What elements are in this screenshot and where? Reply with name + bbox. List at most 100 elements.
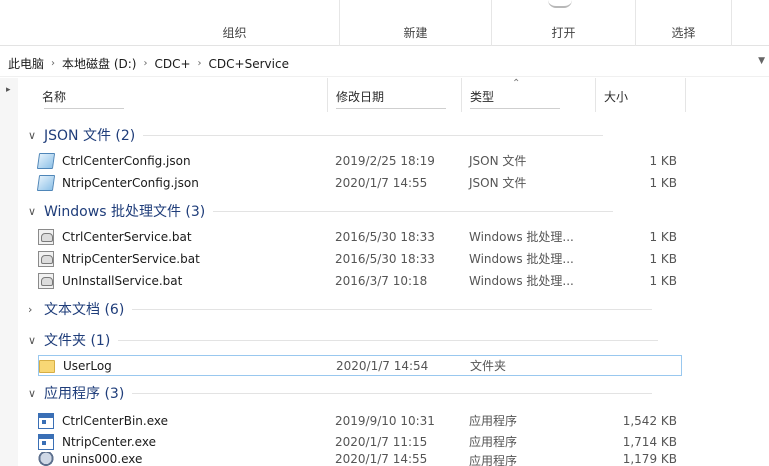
ribbon-bar: 组织 新建 打开 选择: [0, 0, 769, 46]
file-date: 2016/5/30 18:33: [335, 251, 435, 266]
file-row[interactable]: CtrlCenterBin.exe 2019/9/10 10:31 应用程序 1…: [38, 410, 682, 431]
file-type: Windows 批处理...: [469, 252, 574, 266]
expand-chevron-down-icon[interactable]: ∨: [28, 387, 44, 400]
breadcrumb-cdc-service[interactable]: CDC+Service: [209, 57, 289, 71]
file-date: 2020/1/7 14:54: [336, 358, 429, 373]
file-type: 应用程序: [469, 414, 518, 428]
file-date: 2020/1/7 14:55: [335, 175, 428, 190]
file-size: 1 KB: [649, 229, 677, 244]
installer-icon: [38, 452, 54, 466]
scrolled-row-fragment: [470, 106, 560, 114]
group-divider: [118, 339, 659, 341]
breadcrumb-chevron-icon[interactable]: ›: [191, 58, 209, 69]
column-name-label: 名称: [42, 90, 67, 104]
batch-file-icon: [38, 272, 54, 289]
file-date: 2016/5/30 18:33: [335, 229, 435, 244]
address-bar[interactable]: 此电脑 › 本地磁盘 (D:) › CDC+ › CDC+Service ▼: [0, 47, 769, 77]
file-row[interactable]: NtripCenterConfig.json 2020/1/7 14:55 JS…: [36, 172, 682, 193]
batch-file-icon: [38, 228, 54, 245]
folder-icon: [39, 360, 55, 373]
file-type: 应用程序: [469, 454, 518, 466]
file-size: 1 KB: [649, 251, 677, 266]
file-date: 2016/3/7 10:18: [335, 273, 428, 288]
group-header-batch[interactable]: ∨ Windows 批处理文件 (3): [28, 200, 614, 222]
file-size: 1 KB: [649, 175, 677, 190]
breadcrumb-cdc[interactable]: CDC+: [154, 57, 190, 71]
file-row[interactable]: CtrlCenterConfig.json 2019/2/25 18:19 JS…: [36, 150, 682, 171]
file-name: NtripCenter.exe: [62, 434, 156, 449]
file-row[interactable]: CtrlCenterService.bat 2016/5/30 18:33 Wi…: [38, 226, 682, 247]
expand-chevron-down-icon[interactable]: ∨: [28, 334, 44, 347]
column-type-label: 类型: [470, 90, 495, 104]
file-name: CtrlCenterBin.exe: [62, 413, 169, 428]
column-size[interactable]: 大小: [596, 78, 686, 112]
expand-chevron-right-icon[interactable]: ›: [28, 303, 44, 316]
ribbon-group-label: 打开: [551, 26, 576, 40]
breadcrumb-this-pc[interactable]: 此电脑: [8, 55, 44, 72]
file-name: CtrlCenterService.bat: [62, 229, 192, 244]
file-row[interactable]: unins000.exe 2020/1/7 14:55 应用程序 1,179 K…: [38, 452, 682, 466]
group-label: 文本文档 (6): [44, 302, 125, 318]
expand-chevron-down-icon[interactable]: ∨: [28, 205, 44, 218]
file-name: CtrlCenterConfig.json: [62, 153, 191, 168]
file-row-selected[interactable]: UserLog 2020/1/7 14:54 文件夹: [38, 355, 682, 376]
sort-ascending-icon: ⌃: [512, 78, 521, 89]
group-label: JSON 文件 (2): [44, 128, 136, 144]
address-dropdown-icon[interactable]: ▼: [758, 56, 765, 66]
file-name: unins000.exe: [62, 452, 143, 466]
ribbon-group-label: 新建: [403, 26, 428, 40]
scrolled-row-fragment: [336, 106, 446, 114]
file-row[interactable]: NtripCenterService.bat 2016/5/30 18:33 W…: [38, 248, 682, 269]
file-type: JSON 文件: [469, 154, 527, 168]
exe-icon: [38, 433, 54, 450]
json-file-icon: [36, 174, 56, 191]
ribbon-group-organize[interactable]: 组织: [130, 0, 340, 46]
file-date: 2020/1/7 14:55: [335, 452, 428, 466]
ribbon-group-new[interactable]: 新建: [340, 0, 492, 46]
file-type: Windows 批处理...: [469, 274, 574, 288]
expand-chevron-down-icon[interactable]: ∨: [28, 129, 44, 142]
column-size-label: 大小: [604, 90, 629, 104]
group-header-folder[interactable]: ∨ 文件夹 (1): [28, 329, 659, 351]
file-name: UserLog: [63, 358, 112, 373]
navigation-pane-edge: [0, 78, 18, 466]
file-type: 应用程序: [469, 435, 518, 449]
breadcrumb: 此电脑 › 本地磁盘 (D:) › CDC+ › CDC+Service: [8, 55, 289, 72]
breadcrumb-chevron-icon[interactable]: ›: [136, 58, 154, 69]
exe-icon: [38, 412, 54, 429]
file-type: 文件夹: [470, 359, 507, 373]
group-divider: [213, 210, 614, 212]
file-date: 2019/9/10 10:31: [335, 413, 435, 428]
scrolled-row-fragment: [44, 106, 124, 114]
ribbon-group-open[interactable]: 打开: [492, 0, 636, 46]
batch-file-icon: [38, 250, 54, 267]
group-divider: [132, 308, 653, 310]
ribbon-group-label: 组织: [222, 26, 247, 40]
file-size: 1,179 KB: [622, 452, 677, 466]
file-name: UnInstallService.bat: [62, 273, 183, 288]
file-name: NtripCenterConfig.json: [62, 175, 199, 190]
ribbon-group-select[interactable]: 选择: [636, 0, 732, 46]
file-name: NtripCenterService.bat: [62, 251, 200, 266]
group-header-text-documents[interactable]: › 文本文档 (6): [28, 298, 653, 320]
file-date: 2020/1/7 11:15: [335, 434, 428, 449]
file-size: 1 KB: [649, 153, 677, 168]
ribbon-group-label: 选择: [671, 26, 696, 40]
file-row[interactable]: NtripCenter.exe 2020/1/7 11:15 应用程序 1,71…: [38, 431, 682, 452]
breadcrumb-chevron-icon[interactable]: ›: [44, 58, 62, 69]
file-row[interactable]: UnInstallService.bat 2016/3/7 10:18 Wind…: [38, 270, 682, 291]
ribbon-icon-fragment: [548, 0, 572, 8]
group-label: 文件夹 (1): [44, 333, 111, 349]
file-size: 1,714 KB: [622, 434, 677, 449]
file-type: JSON 文件: [469, 176, 527, 190]
group-header-applications[interactable]: ∨ 应用程序 (3): [28, 382, 653, 404]
file-size: 1,542 KB: [622, 413, 677, 428]
group-divider: [132, 392, 653, 394]
json-file-icon: [36, 152, 56, 169]
breadcrumb-local-disk[interactable]: 本地磁盘 (D:): [62, 55, 136, 72]
file-size: 1 KB: [649, 273, 677, 288]
group-label: Windows 批处理文件 (3): [44, 204, 206, 220]
group-label: 应用程序 (3): [44, 386, 125, 402]
column-date-label: 修改日期: [336, 90, 385, 104]
group-header-json[interactable]: ∨ JSON 文件 (2): [28, 124, 604, 146]
